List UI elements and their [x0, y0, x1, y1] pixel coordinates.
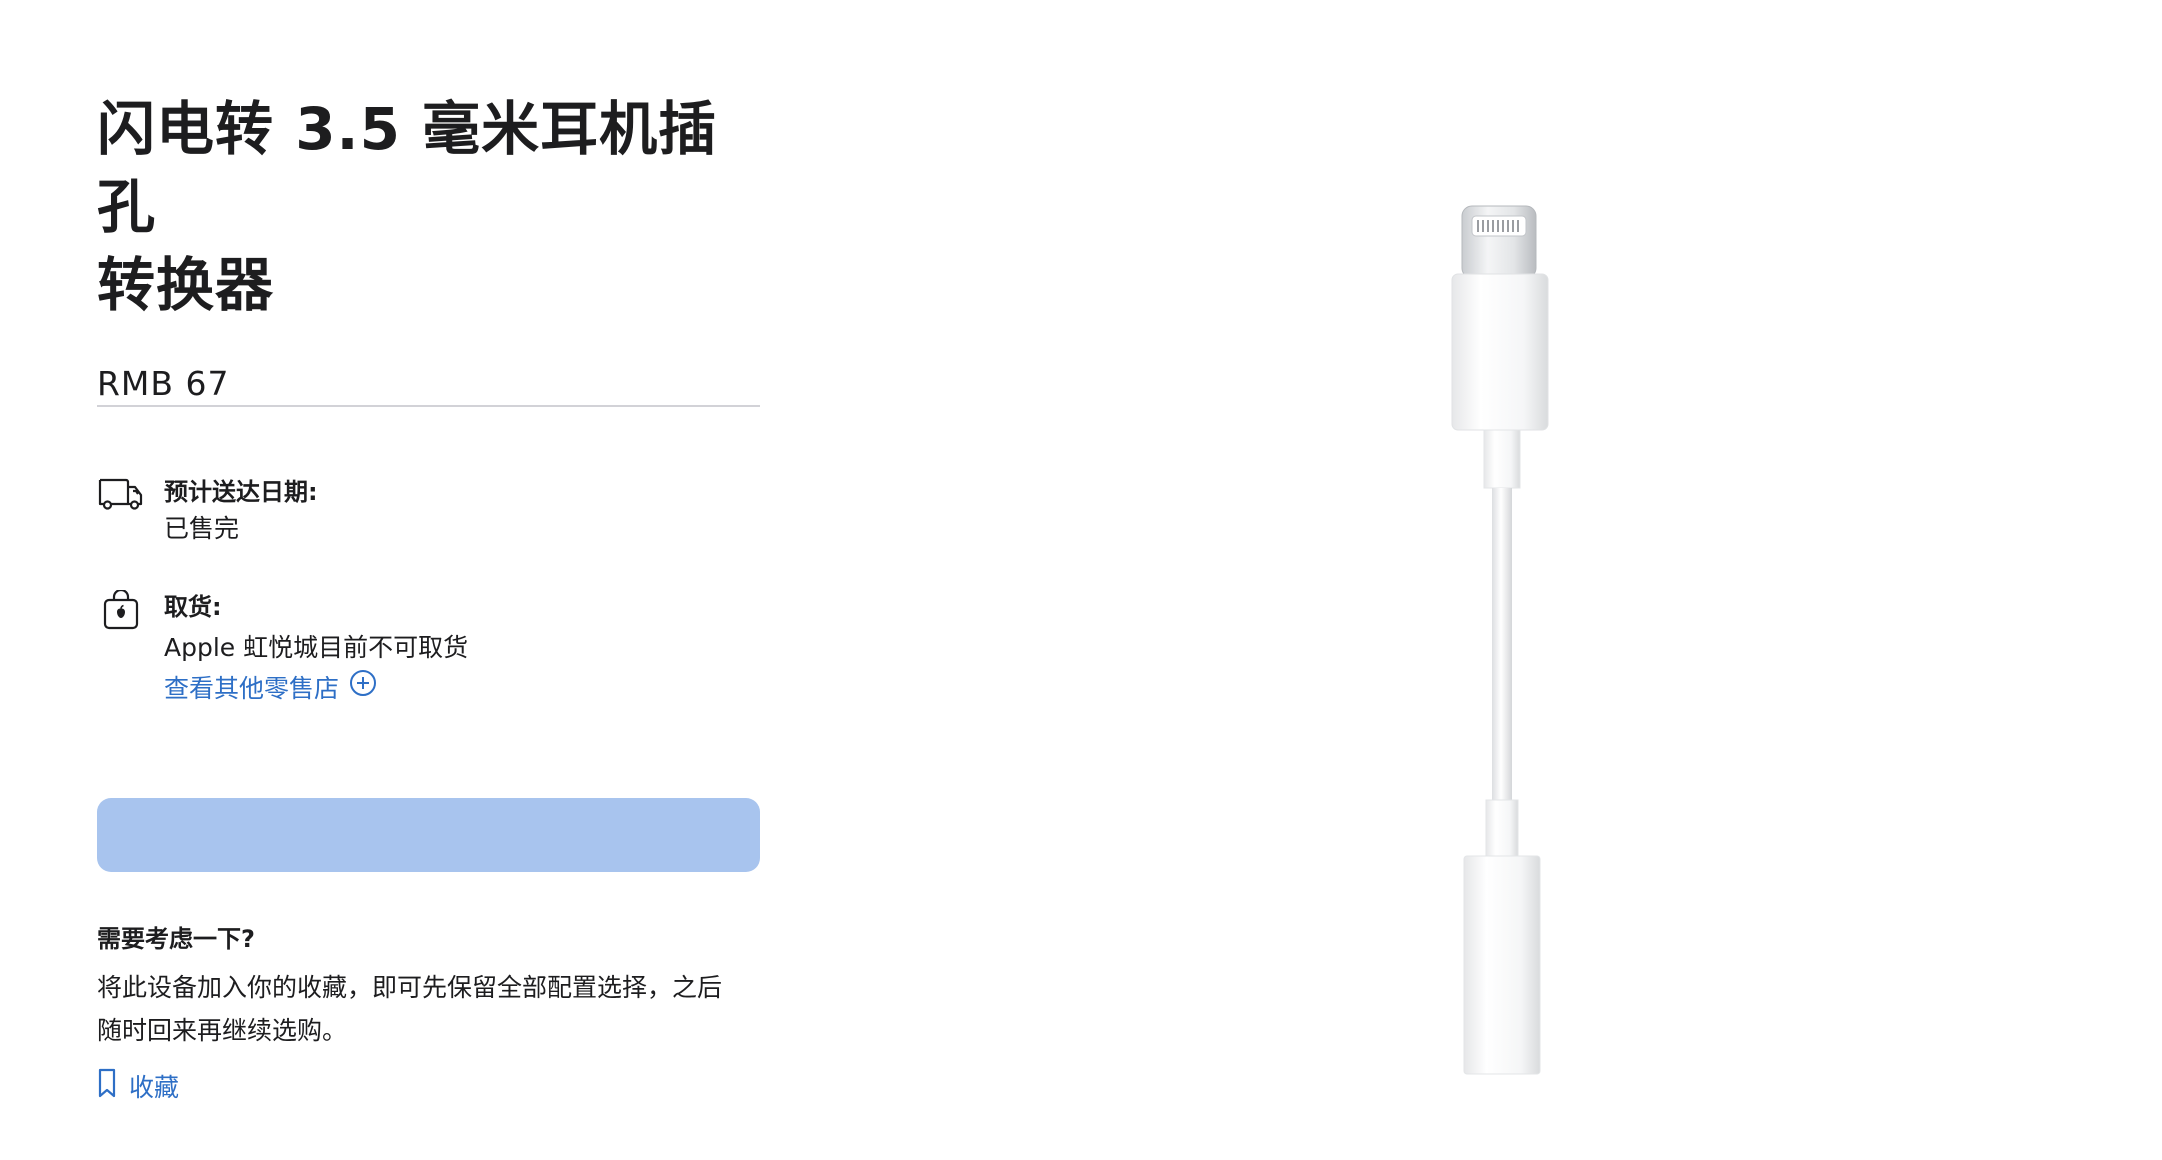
save-label: 收藏 [129, 1073, 180, 1102]
delivery-text: 预计送达日期: 已售完 [164, 475, 744, 549]
consider-body: 将此设备加入你的收藏，即可先保留全部配置选择，之后 随时回来再继续选购。 [97, 966, 760, 1052]
other-stores-link[interactable]: 查看其他零售店 [164, 668, 377, 710]
divider [97, 405, 760, 407]
product-purchase-panel: 闪电转 3.5 毫米耳机插孔 转换器 RMB 67 预计送达日期: 已售完 取货… [97, 90, 760, 1102]
consider-title: 需要考虑一下? [97, 925, 255, 953]
consider-section: 需要考虑一下? 将此设备加入你的收藏，即可先保留全部配置选择，之后 随时回来再继… [97, 922, 760, 1052]
consider-body-line2: 随时回来再继续选购。 [97, 1016, 348, 1045]
pickup-status: Apple 虹悦城目前不可取货 [164, 633, 469, 662]
apple-bag-icon [103, 588, 139, 634]
plus-circle-icon [349, 668, 377, 710]
pickup-text: 取货: Apple 虹悦城目前不可取货 查看其他零售店 [164, 590, 744, 710]
other-stores-link-label: 查看其他零售店 [164, 674, 340, 703]
product-image [1440, 200, 1560, 1080]
product-title-line2: 转换器 [97, 251, 275, 319]
delivery-status: 已售完 [164, 514, 240, 543]
product-title-line1: 闪电转 3.5 毫米耳机插孔 [97, 95, 718, 241]
pickup-label: 取货: [164, 593, 222, 621]
delivery-label: 预计送达日期: [164, 478, 318, 506]
add-to-bag-button[interactable] [97, 798, 760, 872]
bookmark-icon [97, 1068, 117, 1104]
product-title: 闪电转 3.5 毫米耳机插孔 转换器 [97, 90, 760, 324]
save-to-favorites-link[interactable]: 收藏 [97, 1068, 179, 1104]
truck-icon [97, 475, 145, 517]
consider-body-line1: 将此设备加入你的收藏，即可先保留全部配置选择，之后 [97, 973, 723, 1002]
product-price: RMB 67 [97, 364, 230, 403]
